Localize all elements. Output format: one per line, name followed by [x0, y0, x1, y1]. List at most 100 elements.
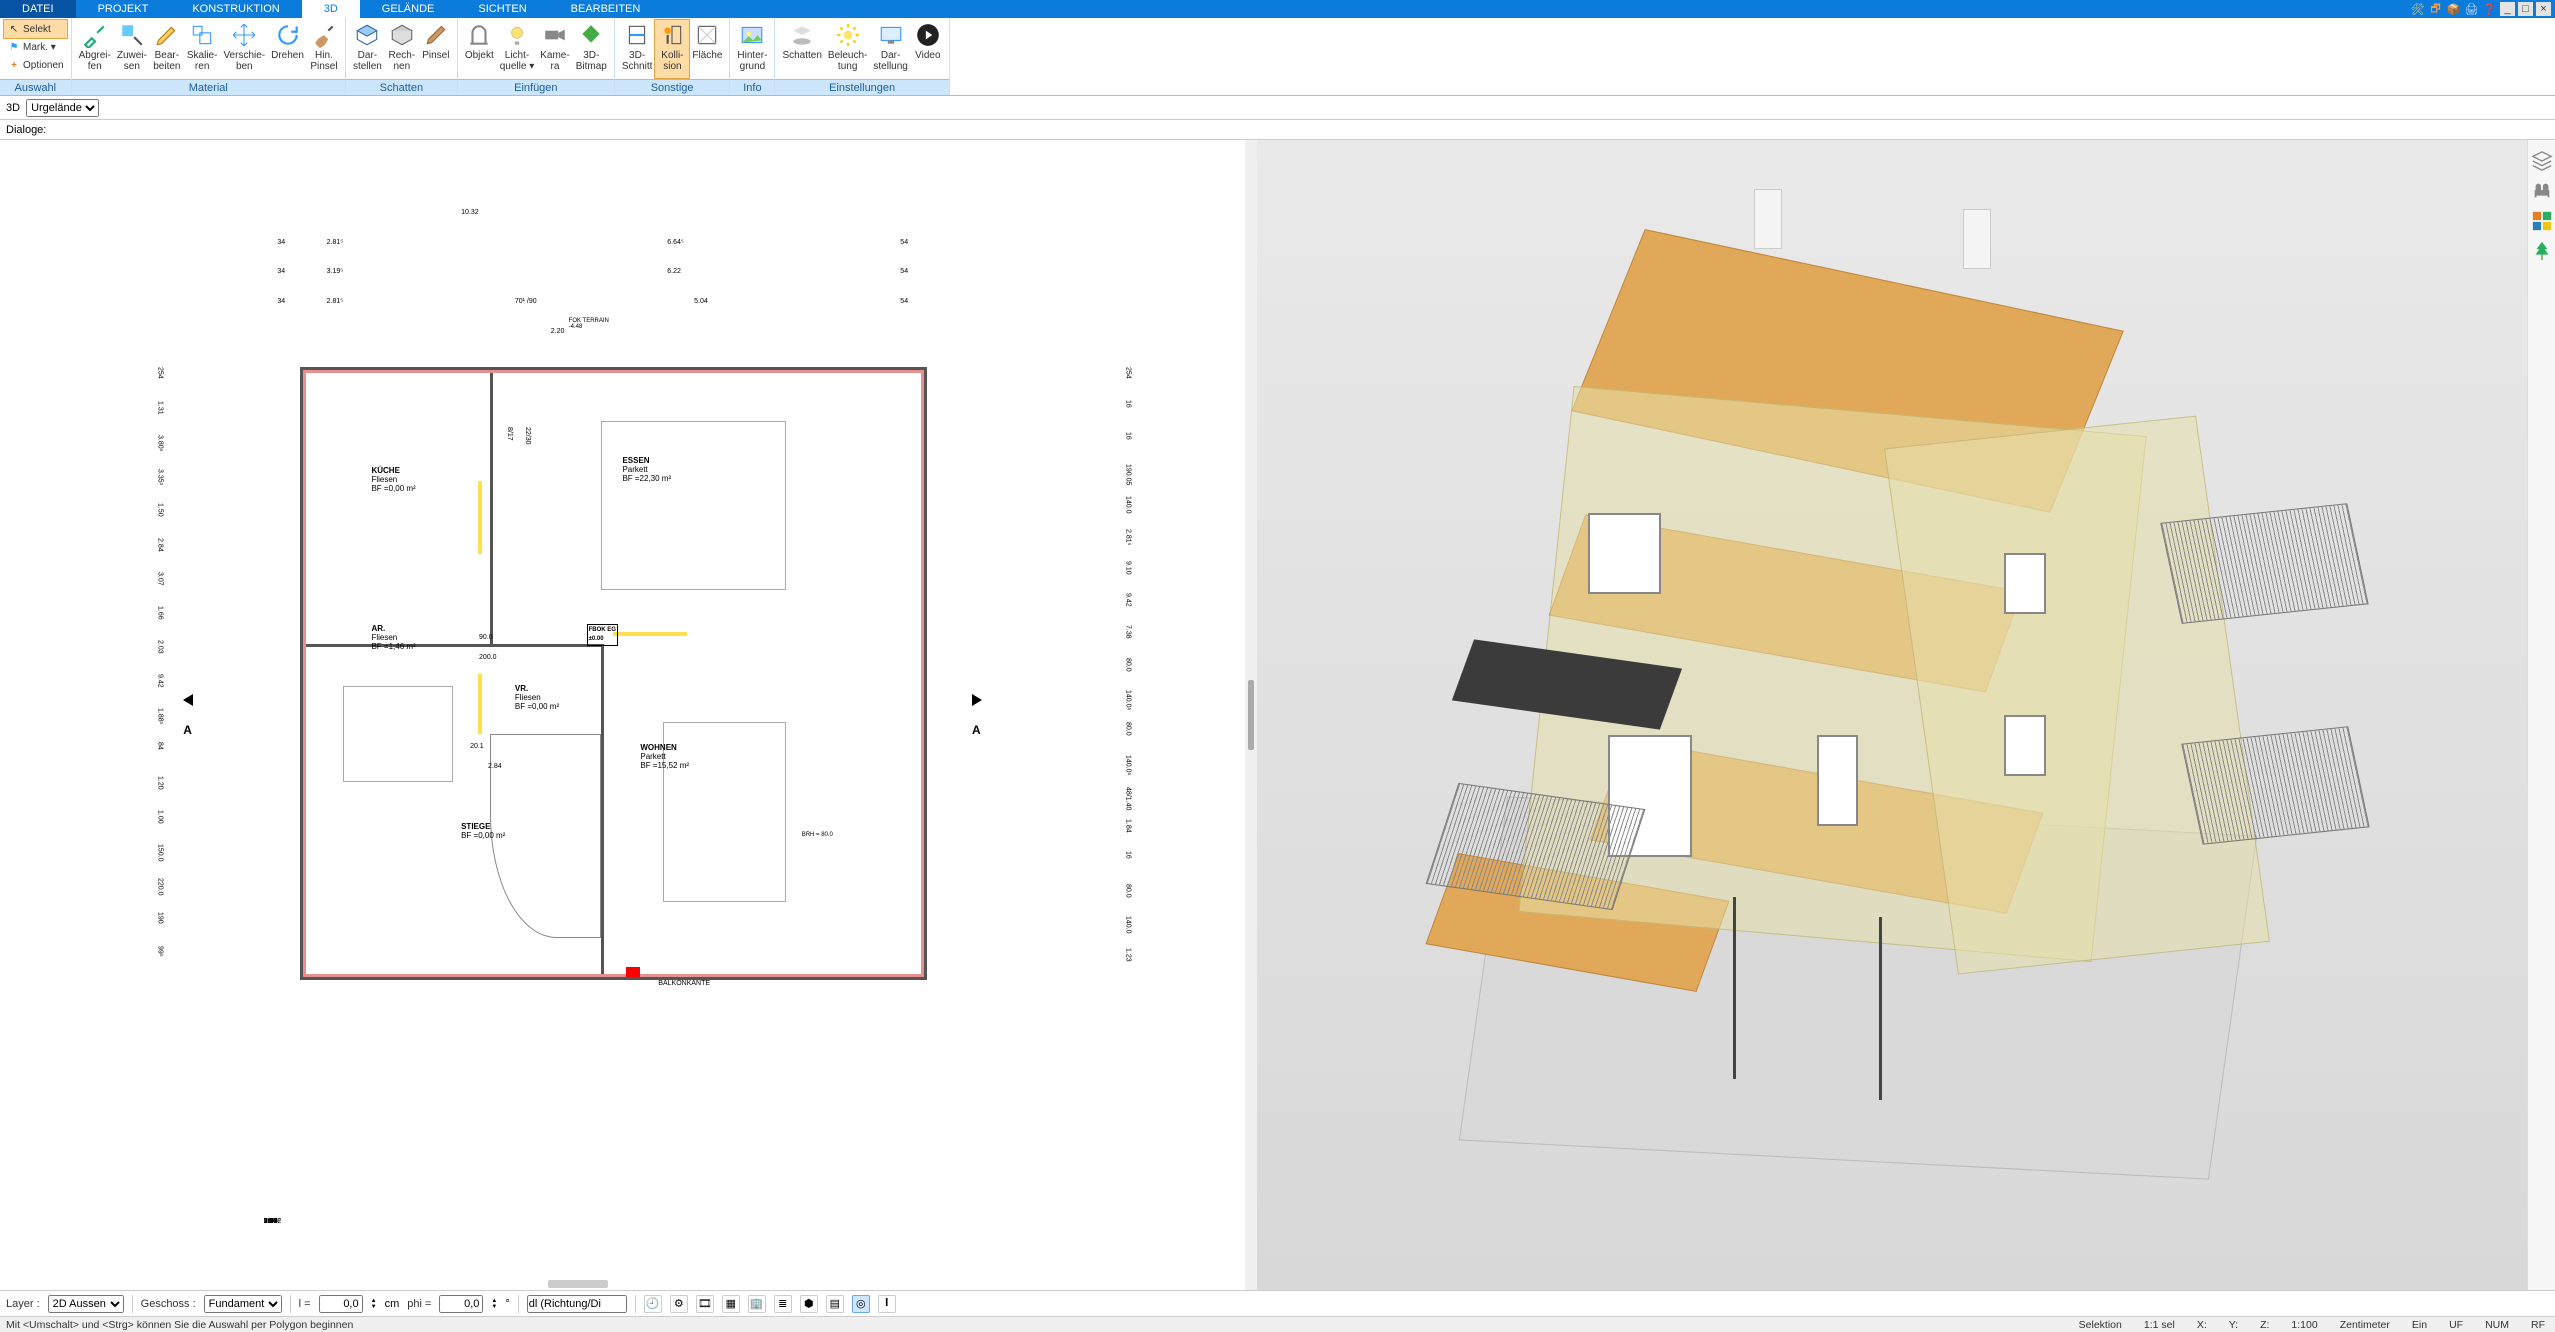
layers2-icon[interactable]: ≣ [774, 1295, 792, 1313]
3d-view-pane[interactable] [1257, 140, 2527, 1290]
dim: 3.35⁵ [156, 469, 163, 486]
rechnen-button[interactable]: Rech-nen [385, 20, 419, 78]
tree-icon[interactable] [2531, 240, 2553, 262]
menu-tab-projekt[interactable]: PROJEKT [76, 0, 171, 18]
geschoss-select[interactable]: Fundament [204, 1295, 282, 1313]
furniture-icon[interactable] [2531, 180, 2553, 202]
close-button[interactable]: × [2536, 2, 2551, 16]
drehen-label: Drehen [271, 50, 304, 61]
room-wohnen: WOHNEN Parkett BF =15,52 m² [640, 743, 689, 770]
maximize-button[interactable]: □ [2518, 2, 2533, 16]
phi-input[interactable] [439, 1295, 483, 1313]
status-ein: Ein [2408, 1319, 2431, 1331]
kollision-button[interactable]: Kolli-sion [655, 20, 689, 78]
dim: 48/1.40 [1124, 787, 1131, 810]
schatten-button[interactable]: Schatten [779, 20, 824, 78]
darstellen-button[interactable]: Dar-stellen [350, 20, 385, 78]
2d-plan-pane[interactable]: 10.32 2.81⁵ 6.64⁵ 3.19⁵ 6.22 2.81⁵ 70¹ /… [0, 140, 1245, 1290]
terrain-select[interactable]: Urgelände [26, 99, 99, 117]
abgreifen-button[interactable]: Abgrei-fen [76, 20, 114, 78]
palette-icon[interactable] [2531, 210, 2553, 232]
shape-icon[interactable]: ⬢ [800, 1295, 818, 1313]
gear-icon[interactable]: ⚙ [670, 1295, 688, 1313]
menu-tab-datei[interactable]: DATEI [0, 0, 76, 18]
pinsel-icon [422, 22, 450, 48]
l-input[interactable] [319, 1295, 363, 1313]
lichtquelle-button[interactable]: Licht-quelle ▾ [497, 20, 538, 78]
status-num: NUM [2481, 1319, 2513, 1331]
print-icon[interactable]: 🖨 [2464, 2, 2479, 16]
selekt-button[interactable]: ↖ Selekt [4, 20, 67, 38]
horizontal-scrollbar[interactable] [548, 1280, 608, 1288]
l-step-down[interactable]: ▼ [371, 1304, 377, 1310]
zuweisen-button[interactable]: Zuwei-sen [114, 20, 150, 78]
clock-icon[interactable]: 🕘 [644, 1295, 662, 1313]
bearbeiten-button[interactable]: Bear-beiten [150, 20, 184, 78]
verschieben-button[interactable]: Verschie-ben [220, 20, 268, 78]
beleuchtung-icon [834, 22, 862, 48]
flaeche-button[interactable]: Fläche [689, 20, 725, 78]
kollision-label: Kolli-sion [661, 50, 683, 72]
hinpinsel-button[interactable]: Hin.Pinsel [307, 20, 341, 78]
darstellung-button[interactable]: Dar-stellung [870, 20, 910, 78]
l-label: l = [299, 1298, 311, 1310]
minimize-button[interactable]: _ [2500, 2, 2515, 16]
menu-tab-bearbeiten[interactable]: BEARBEITEN [549, 0, 663, 18]
hintergrund-button[interactable]: Hinter-grund [734, 20, 770, 78]
drehen-button[interactable]: Drehen [268, 20, 307, 78]
optionen-button[interactable]: + Optionen [4, 56, 67, 74]
status-rf: RF [2527, 1319, 2549, 1331]
building-icon[interactable]: 🏢 [748, 1295, 766, 1313]
dim: 150.0 [156, 844, 163, 862]
status-x: X: [2193, 1319, 2211, 1331]
target-icon[interactable]: ◎ [852, 1295, 870, 1313]
schatten-label: Schatten [782, 50, 821, 61]
dim: 1.00 [156, 810, 163, 824]
dim: 2.84 [488, 763, 502, 770]
menu-tab-sichten[interactable]: SICHTEN [456, 0, 548, 18]
layers-icon[interactable] [2531, 150, 2553, 172]
room-essen: ESSEN Parkett BF =22,30 m² [622, 456, 671, 483]
menu-tab-gelaende[interactable]: GELÄNDE [360, 0, 457, 18]
dim: 2.03 [156, 640, 163, 654]
status-ratio: 1:1 sel [2140, 1319, 2179, 1331]
phi-step-down[interactable]: ▼ [491, 1304, 497, 1310]
skalieren-button[interactable]: Skalie-ren [184, 20, 221, 78]
3dbitmap-icon [577, 22, 605, 48]
pinsel-button[interactable]: Pinsel [419, 20, 453, 78]
video-button[interactable]: Video [911, 20, 945, 78]
dim: 2.84 [156, 538, 163, 552]
package-icon[interactable]: 📦 [2446, 2, 2461, 16]
pane-divider[interactable] [1245, 140, 1257, 1290]
brick-icon[interactable]: ▦ [722, 1295, 740, 1313]
dim: 90.0 [479, 634, 493, 641]
bearbeiten-icon [153, 22, 181, 48]
dim: 140.0⁵ [1124, 755, 1131, 775]
rechnen-label: Rech-nen [389, 50, 416, 72]
help-icon[interactable]: ❓ [2482, 2, 2497, 16]
3dschnitt-button[interactable]: 3D-Schnitt [619, 20, 656, 78]
menu-tab-3d[interactable]: 3D [302, 0, 360, 18]
group-label-sonstige: Sonstige [615, 79, 730, 95]
mark-button[interactable]: ⚑ Mark. ▾ [4, 38, 67, 56]
grid-icon[interactable]: ▤ [826, 1295, 844, 1313]
text-cursor-icon[interactable]: 𝐈 [878, 1295, 896, 1313]
beleuchtung-label: Beleuch-tung [828, 50, 867, 72]
menu-tab-konstruktion[interactable]: KONSTRUKTION [170, 0, 301, 18]
dim: 20.1 [470, 743, 484, 750]
section-A-right: A [972, 723, 981, 737]
zuweisen-label: Zuwei-sen [117, 50, 147, 72]
dim: 1.31 [156, 401, 163, 415]
dim: 80.0 [1124, 884, 1131, 898]
layer-select[interactable]: 2D Aussen [48, 1295, 124, 1313]
beleuchtung-button[interactable]: Beleuch-tung [825, 20, 870, 78]
window-icon[interactable]: 🗗 [2428, 2, 2443, 16]
unit-deg: ° [505, 1298, 509, 1310]
kamera-button[interactable]: Kame-ra [537, 20, 572, 78]
3dbitmap-button[interactable]: 3D-Bitmap [573, 20, 610, 78]
objekt-button[interactable]: Objekt [462, 20, 497, 78]
tools-icon[interactable]: 🛠 [2410, 2, 2425, 16]
dim: 22/30 [524, 427, 531, 445]
film-icon[interactable]: 🎞 [696, 1295, 714, 1313]
dl-input[interactable] [527, 1295, 627, 1313]
